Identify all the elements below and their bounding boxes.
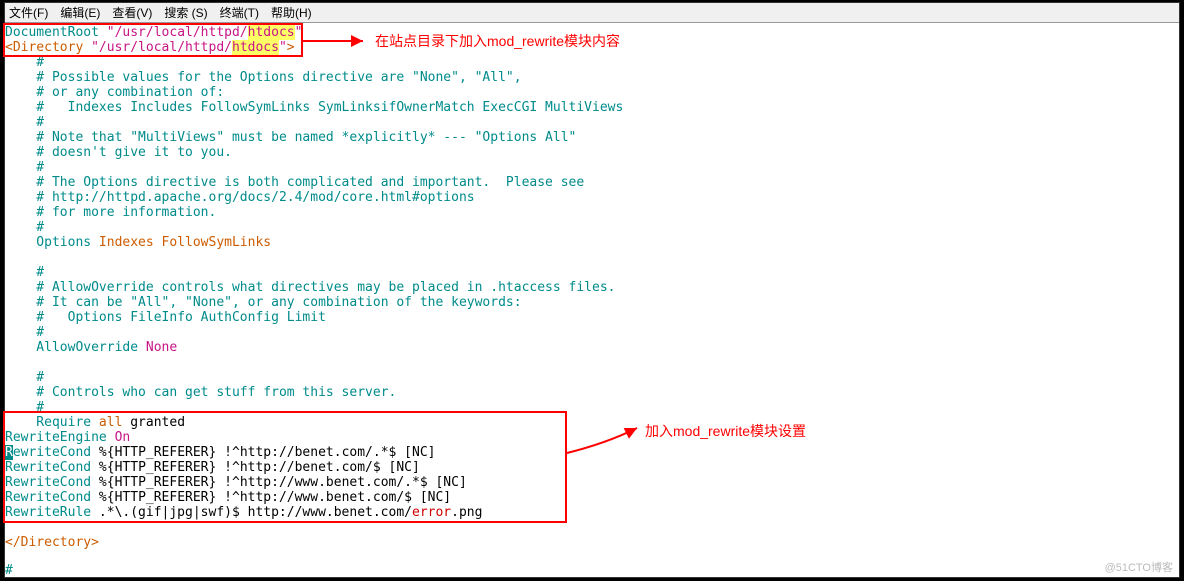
line-comment: # Controls who can get stuff from this s… — [5, 385, 396, 400]
line-comment: # — [5, 400, 44, 415]
line-enddirectory: </Directory> — [5, 535, 99, 550]
menu-edit[interactable]: 编辑(E) — [60, 4, 100, 21]
line-hash: # — [5, 563, 13, 578]
line-comment: # — [5, 370, 44, 385]
line-comment: # — [5, 55, 44, 70]
editor-window: 文件(F) 编辑(E) 查看(V) 搜索 (S) 终端(T) 帮助(H) Doc… — [4, 2, 1180, 578]
line-options: Options Indexes FollowSymLinks — [5, 235, 271, 250]
line-docroot: DocumentRoot "/usr/local/httpd/htdocs" — [5, 25, 302, 40]
menu-view[interactable]: 查看(V) — [112, 4, 152, 21]
arrow-top — [303, 31, 373, 55]
line-rewritecond2: RewriteCond %{HTTP_REFERER} !^http://ben… — [5, 460, 420, 475]
line-comment: # — [5, 160, 44, 175]
annotation-mid: 加入mod_rewrite模块设置 — [645, 421, 806, 441]
line-comment: # Possible values for the Options direct… — [5, 70, 522, 85]
line-rewritecond1: RewriteCond %{HTTP_REFERER} !^http://ben… — [5, 445, 435, 460]
line-comment: # Note that "MultiViews" must be named *… — [5, 130, 576, 145]
line-rewriterule: RewriteRule .*\.(gif|jpg|swf)$ http://ww… — [5, 505, 482, 520]
line-comment: # AllowOverride controls what directives… — [5, 280, 616, 295]
menu-help[interactable]: 帮助(H) — [271, 4, 312, 21]
watermark: @51CTO博客 — [1105, 559, 1173, 575]
line-require: Require all granted — [5, 415, 185, 430]
menubar: 文件(F) 编辑(E) 查看(V) 搜索 (S) 终端(T) 帮助(H) — [5, 3, 1179, 23]
line-comment: # — [5, 220, 44, 235]
line-comment: # The Options directive is both complica… — [5, 175, 584, 190]
line-comment: # It can be "All", "None", or any combin… — [5, 295, 522, 310]
line-comment: # Indexes Includes FollowSymLinks SymLin… — [5, 100, 623, 115]
annotation-top: 在站点目录下加入mod_rewrite模块内容 — [375, 31, 620, 51]
line-directory: <Directory "/usr/local/httpd/htdocs"> — [5, 40, 295, 55]
menu-file[interactable]: 文件(F) — [9, 4, 48, 21]
line-comment: # http://httpd.apache.org/docs/2.4/mod/c… — [5, 190, 475, 205]
line-comment: # — [5, 265, 44, 280]
arrow-mid — [567, 423, 647, 467]
line-comment: # or any combination of: — [5, 85, 224, 100]
line-rewritecond4: RewriteCond %{HTTP_REFERER} !^http://www… — [5, 490, 451, 505]
line-comment: # doesn't give it to you. — [5, 145, 232, 160]
menu-search[interactable]: 搜索 (S) — [164, 4, 207, 21]
line-allowoverride: AllowOverride None — [5, 340, 177, 355]
editor-area[interactable]: DocumentRoot "/usr/local/httpd/htdocs" <… — [5, 23, 1179, 577]
line-comment: # — [5, 115, 44, 130]
menu-terminal[interactable]: 终端(T) — [220, 4, 259, 21]
line-comment: # Options FileInfo AuthConfig Limit — [5, 310, 326, 325]
line-rewriteengine: RewriteEngine On — [5, 430, 130, 445]
line-comment: # — [5, 325, 44, 340]
line-rewritecond3: RewriteCond %{HTTP_REFERER} !^http://www… — [5, 475, 467, 490]
line-comment: # for more information. — [5, 205, 216, 220]
